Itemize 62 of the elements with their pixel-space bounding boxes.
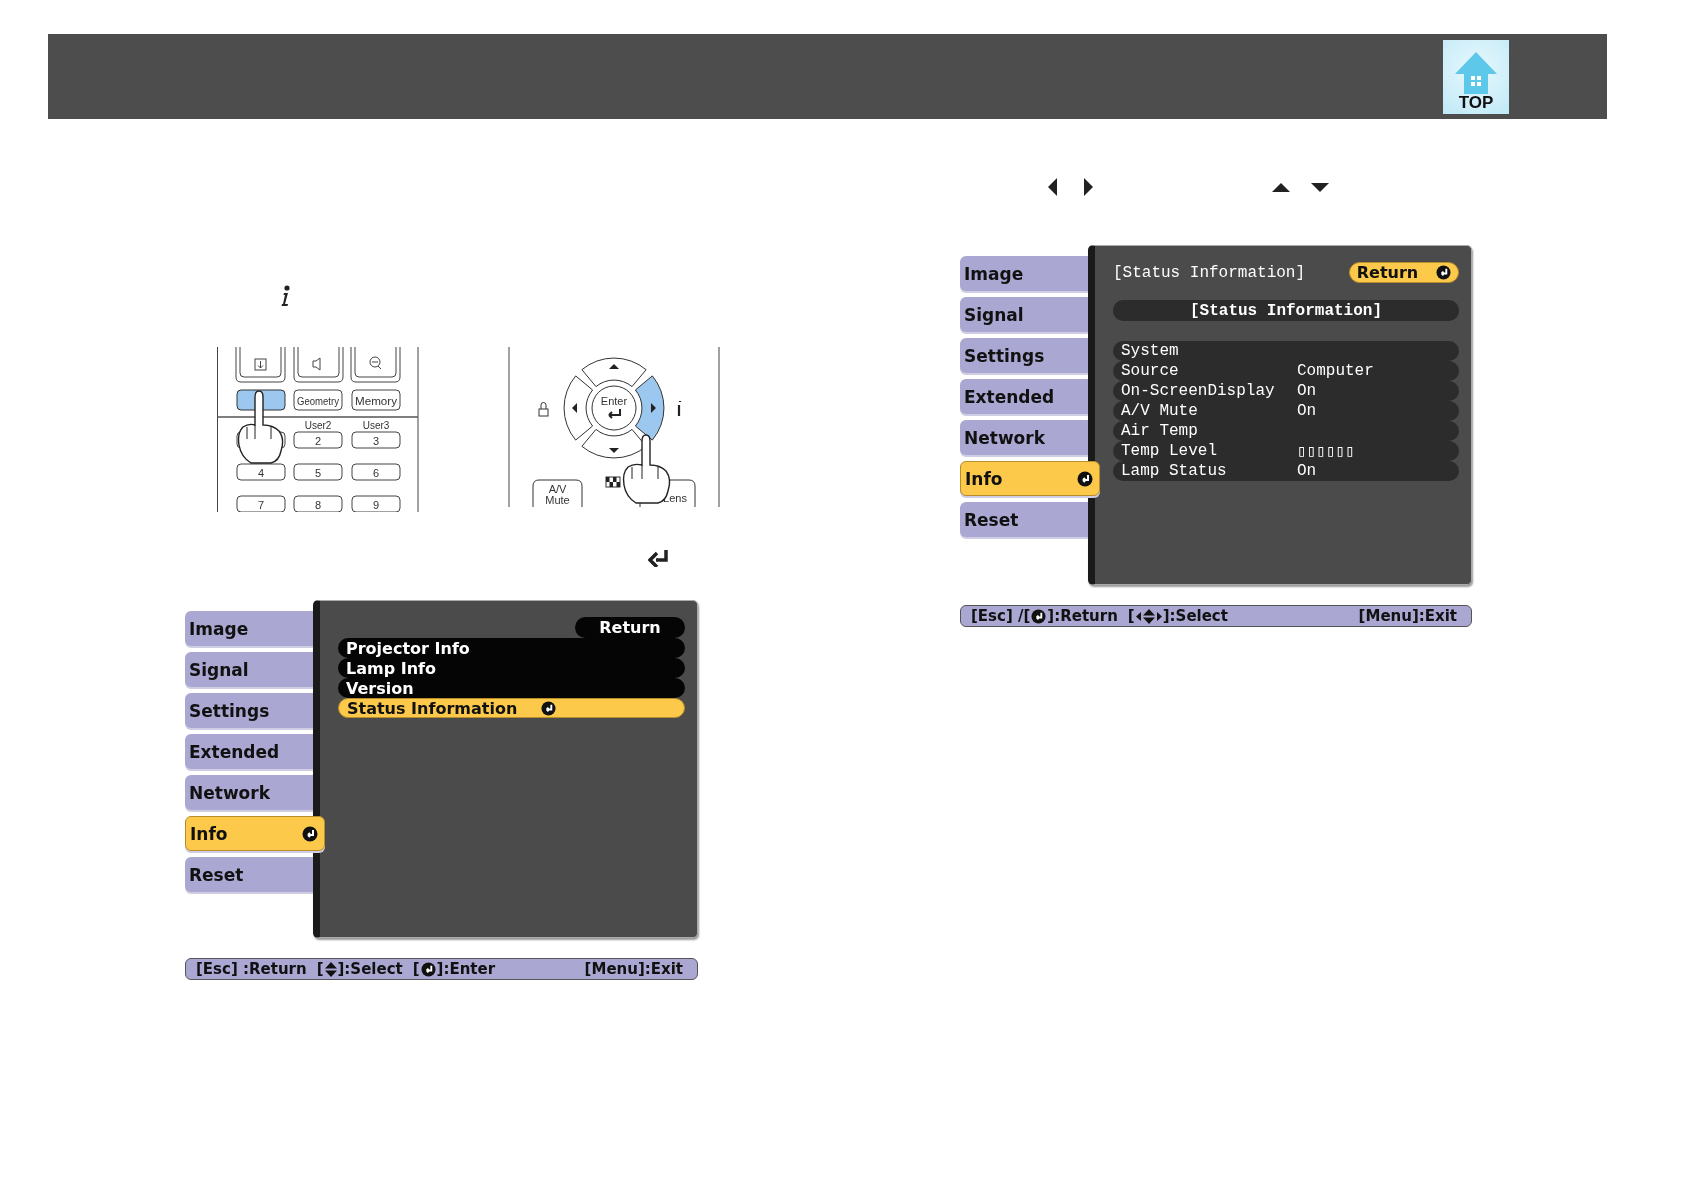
section-header: [Status Information]	[1113, 300, 1459, 321]
menu-title: [Status Information]	[1113, 263, 1306, 282]
menu-tab[interactable]: Reset	[185, 857, 313, 892]
return-button[interactable]: Return	[575, 617, 685, 638]
left-arrow-icon	[1048, 178, 1057, 196]
hint-text: [	[1127, 607, 1135, 625]
hint-text: [Esc] /[	[971, 607, 1031, 625]
hint-text: [	[316, 960, 324, 978]
down-arrow-icon	[1311, 182, 1329, 192]
menu-item[interactable]: Lamp Info	[338, 658, 685, 678]
hint-text: ]:Select	[337, 960, 403, 978]
top-link[interactable]: TOP	[1443, 40, 1509, 114]
enter-arrow-icon	[648, 550, 670, 567]
right-arrow-icon	[1084, 178, 1093, 196]
enter-icon	[1031, 608, 1047, 624]
status-label: System	[1121, 342, 1180, 360]
remote-keypad-drawing: Geometry Memory User2 User3 2 3 4 5 6 7 8 9	[215, 347, 420, 512]
hint-text: [Menu]:Exit	[584, 960, 683, 978]
menu-tab[interactable]: Image	[960, 256, 1088, 291]
enter-icon	[1436, 265, 1452, 280]
status-label: A/V Mute	[1121, 402, 1199, 420]
status-label: Temp Level	[1121, 442, 1218, 460]
menu-tab[interactable]: Signal	[185, 652, 313, 687]
enter-icon	[541, 700, 557, 716]
hint-text: ]:Return	[1047, 607, 1118, 625]
up-arrow-icon	[1272, 182, 1290, 192]
menu-tab[interactable]: Extended	[960, 379, 1088, 414]
status-label: Air Temp	[1121, 422, 1199, 440]
up-down-icon	[324, 961, 337, 977]
status-value: On	[1297, 402, 1317, 420]
status-label: Source	[1121, 362, 1180, 380]
menu-tab[interactable]: Extended	[185, 734, 313, 769]
menu-tab[interactable]: Info	[185, 816, 325, 851]
hint-text: [Menu]:Exit	[1358, 607, 1457, 625]
menu-tab[interactable]: Network	[960, 420, 1088, 455]
hint-text: ]:Enter	[436, 960, 496, 978]
status-value: On	[1297, 382, 1317, 400]
return-button[interactable]: Return	[1349, 262, 1459, 283]
status-label: Lamp Status	[1121, 462, 1228, 480]
hint-text: [Esc] :Return	[196, 960, 307, 978]
status-label: On-ScreenDisplay	[1121, 382, 1276, 400]
status-value: ▯▯▯▯▯▯	[1297, 442, 1355, 461]
menu-item[interactable]: Status Information	[338, 698, 685, 718]
house-icon	[1453, 50, 1499, 94]
menu-tab[interactable]: Info	[960, 461, 1100, 496]
menu-tab[interactable]: Image	[185, 611, 313, 646]
menu-item[interactable]: Version	[338, 678, 685, 698]
enter-icon	[420, 961, 436, 977]
status-value: Computer	[1297, 362, 1374, 380]
four-way-arrows-icon	[1135, 608, 1162, 624]
enter-icon	[302, 825, 318, 842]
menu-tab[interactable]: Settings	[185, 693, 313, 728]
menu-tab[interactable]: Signal	[960, 297, 1088, 332]
info-icon	[280, 285, 290, 307]
enter-icon	[1077, 470, 1093, 487]
hint-text: ]:Select	[1162, 607, 1228, 625]
hint-text: [	[412, 960, 420, 978]
menu-tab[interactable]: Network	[185, 775, 313, 810]
menu-tab[interactable]: Settings	[960, 338, 1088, 373]
status-value: On	[1297, 462, 1317, 480]
menu-item[interactable]: Projector Info	[338, 638, 685, 658]
menu-tab[interactable]: Reset	[960, 502, 1088, 537]
